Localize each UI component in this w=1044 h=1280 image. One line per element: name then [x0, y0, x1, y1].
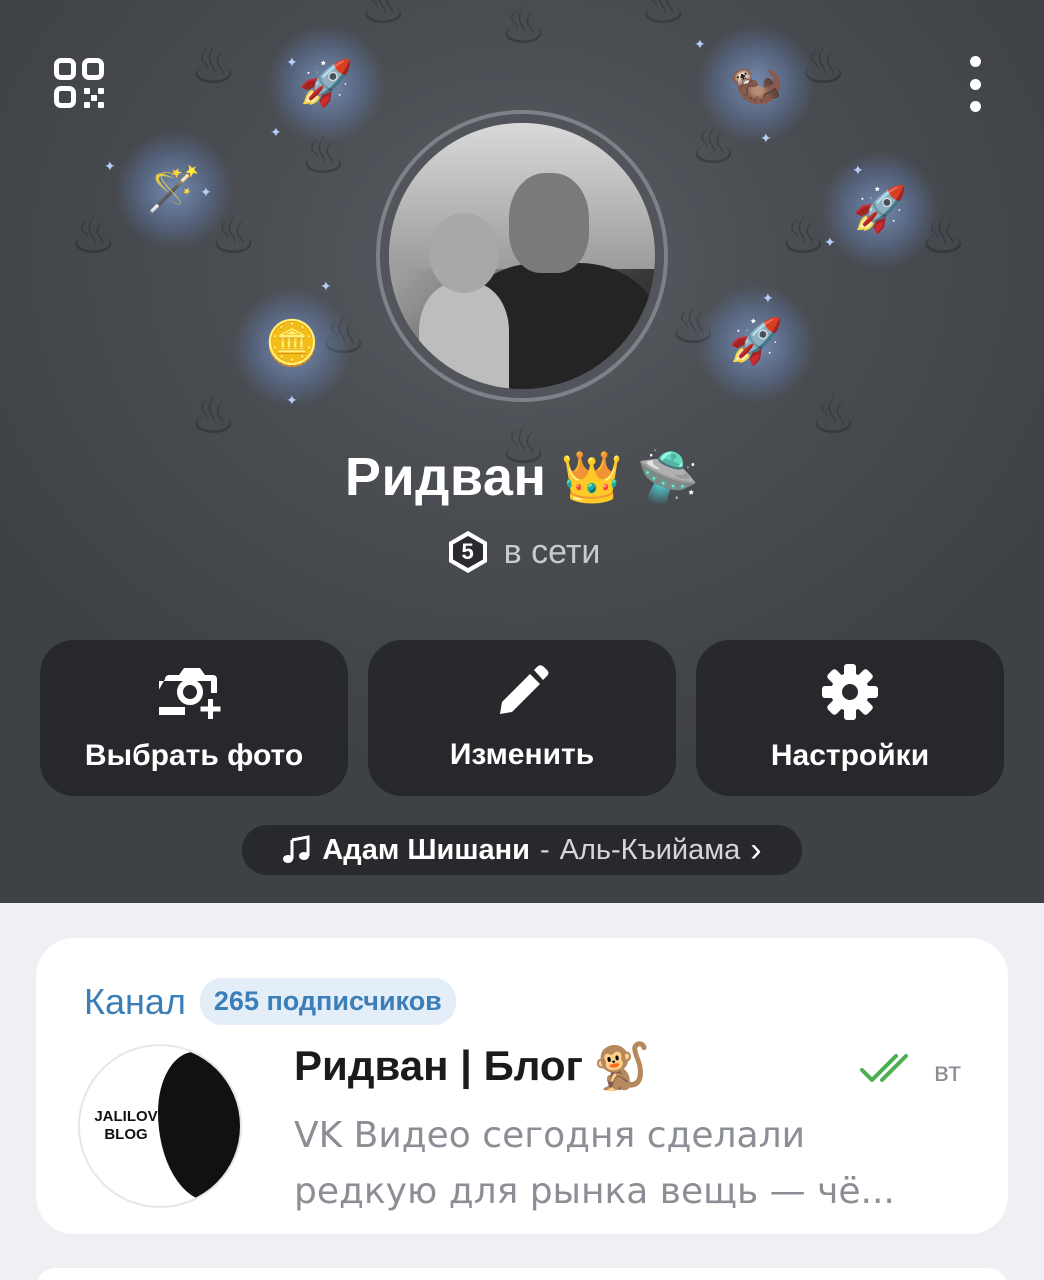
sparkle-icon: ✦ [694, 37, 706, 53]
message-preview: VK Видео сегодня сделали редкую для рынк… [294, 1115, 895, 1212]
gift-firework-icon[interactable]: 🚀 [296, 62, 356, 106]
channel-label: Канал [84, 980, 186, 1022]
subscribers-badge: 265 подписчиков [199, 978, 456, 1025]
status-row: 5 в сети [0, 528, 1044, 576]
message-day: вт [934, 1056, 962, 1087]
settings-button[interactable]: Настройки [696, 640, 1004, 796]
channel-avatar[interactable]: JALILOV BLOG [78, 1044, 242, 1208]
sparkle-icon: ✦ [852, 163, 864, 179]
channel-title: Ридван | Блог [294, 1042, 584, 1089]
sparkle-icon: ✦ [760, 131, 772, 147]
pencil-icon [500, 665, 549, 714]
more-vertical-icon[interactable] [960, 56, 990, 112]
gift-wand-icon[interactable]: 🪄 [144, 168, 204, 212]
music-note-icon [283, 835, 310, 863]
qr-code-icon[interactable] [50, 54, 108, 112]
pattern-icon: ♨ [360, 0, 407, 36]
monkey-emoji-icon: 🐒 [593, 1039, 651, 1093]
settings-label: Настройки [770, 739, 930, 772]
pattern-icon: ♨ [190, 386, 237, 446]
music-separator: - [539, 833, 550, 866]
next-card [36, 1268, 1008, 1280]
pattern-icon: ♨ [190, 36, 237, 96]
gear-icon [822, 664, 878, 720]
sparkle-icon: ✦ [286, 393, 298, 409]
choose-photo-button[interactable]: Выбрать фото [40, 640, 348, 796]
channel-heading: Канал 265 подписчиков [84, 978, 456, 1025]
sparkle-icon: ✦ [824, 235, 836, 251]
pattern-icon: ♨ [70, 206, 117, 266]
chevron-right-icon: › [750, 830, 762, 869]
profile-header: ♨ ♨ ♨ ♨ ♨ ♨ ♨ ♨ ♨ ♨ ♨ ♨ ♨ ♨ ♨ ♨ 🚀 🦦 🪄 🚀 … [0, 0, 1044, 903]
gift-rocket-small-icon[interactable]: 🚀 [726, 320, 786, 364]
pattern-icon: ♨ [500, 0, 547, 56]
sparkle-icon: ✦ [200, 185, 212, 201]
gift-otter-icon[interactable]: 🦦 [726, 62, 786, 106]
level-badge[interactable]: 5 [444, 528, 492, 576]
profile-name: Ридван [344, 447, 547, 507]
choose-photo-label: Выбрать фото [84, 739, 304, 772]
edit-label: Изменить [449, 738, 595, 771]
add-photo-icon [159, 668, 221, 719]
ufo-icon[interactable]: 🛸 [637, 452, 699, 502]
sparkle-icon: ✦ [270, 125, 282, 141]
sparkle-icon: ✦ [286, 55, 298, 71]
edit-button[interactable]: Изменить [368, 640, 676, 796]
sparkle-icon: ✦ [104, 159, 116, 175]
sparkle-icon: ✦ [762, 291, 774, 307]
music-track: Аль-Къийама [559, 833, 741, 866]
crown-icon[interactable]: 👑 [561, 452, 623, 502]
avatar-photo [389, 123, 655, 389]
channel-card[interactable]: Канал 265 подписчиков JALILOV BLOG Ридва… [36, 938, 1008, 1234]
gift-rocket-icon[interactable]: 🚀 [850, 188, 910, 232]
channel-title-row: Ридван | Блог 🐒 [294, 1042, 650, 1090]
level-number: 5 [461, 539, 474, 564]
music-artist: Адам Шишани [322, 833, 530, 866]
pattern-icon: ♨ [810, 386, 857, 446]
profile-name-row: Ридван 👑 🛸 [0, 446, 1044, 508]
online-status: в сети [503, 532, 601, 571]
channel-avatar-logo-text: JALILOV BLOG [94, 1108, 158, 1143]
double-check-icon [860, 1054, 908, 1082]
profile-music-pill[interactable]: Адам Шишани - Аль-Къийама › [242, 825, 802, 875]
profile-avatar[interactable] [376, 110, 668, 402]
gift-coin-icon[interactable]: 🪙 [262, 322, 322, 366]
pattern-icon: ♨ [640, 0, 687, 36]
sparkle-icon: ✦ [320, 279, 332, 295]
